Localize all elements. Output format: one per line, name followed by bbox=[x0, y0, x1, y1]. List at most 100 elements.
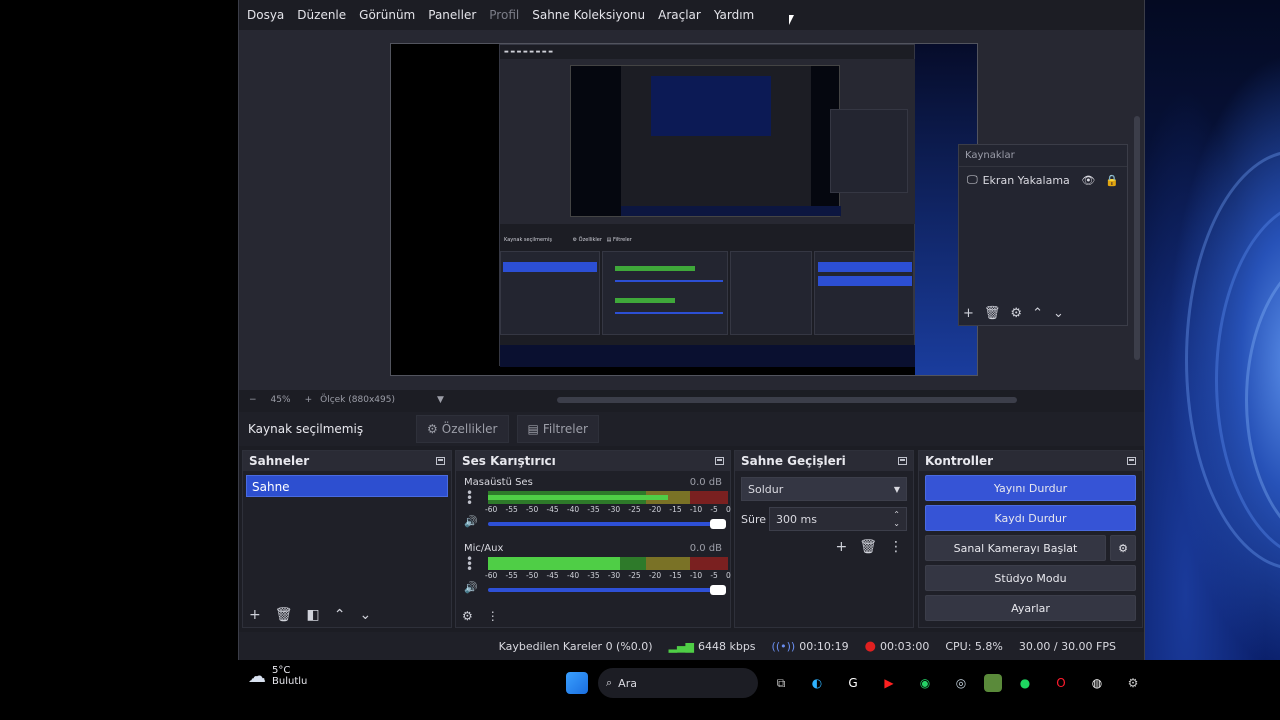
menu-docks[interactable]: Paneller bbox=[428, 8, 476, 22]
speaker-icon[interactable]: 🔊 bbox=[464, 581, 478, 594]
properties-label: Özellikler bbox=[441, 422, 498, 436]
mouse-cursor-icon bbox=[789, 15, 794, 25]
ghub-icon[interactable]: G bbox=[840, 670, 866, 696]
recursive-meter-1 bbox=[615, 266, 695, 271]
volume-meter bbox=[488, 557, 728, 570]
menu-tools[interactable]: Araçlar bbox=[658, 8, 701, 22]
menu-view[interactable]: Görünüm bbox=[359, 8, 415, 22]
chevron-up-icon[interactable]: ⌃ bbox=[1032, 306, 1043, 321]
sources-dock-floating: Kaynaklar 🖵 Ekran Yakalama 👁 🔒 + 🗑 ⚙ ⌃ ⌄ bbox=[958, 144, 1128, 326]
add-icon[interactable]: + bbox=[249, 607, 261, 623]
meter-yellow-zone bbox=[646, 557, 690, 570]
recursive-transitions bbox=[730, 251, 812, 335]
trash-icon[interactable]: 🗑 bbox=[859, 539, 877, 555]
studio-mode-button[interactable]: Stüdyo Modu bbox=[925, 565, 1136, 591]
more-vertical-icon[interactable]: ⋮ bbox=[487, 609, 499, 623]
spin-arrows-icon[interactable]: ⌃ ⌄ bbox=[893, 510, 900, 528]
cpu-status: CPU: 5.8% bbox=[945, 639, 1003, 653]
stream-time-value: 00:10:19 bbox=[799, 639, 849, 653]
menu-scene-collection[interactable]: Sahne Koleksiyonu bbox=[532, 8, 645, 22]
dropped-frames: Kaybedilen Kareler 0 (%0.0) bbox=[498, 639, 653, 653]
undock-icon[interactable] bbox=[898, 457, 907, 465]
gear-icon[interactable]: ⚙ bbox=[1110, 535, 1136, 561]
undock-icon[interactable] bbox=[436, 457, 445, 465]
add-icon[interactable]: + bbox=[963, 306, 974, 321]
zoom-percent: 45% bbox=[270, 395, 291, 405]
undock-icon[interactable] bbox=[1127, 457, 1136, 465]
scale-tick: -60 bbox=[485, 505, 498, 514]
whatsapp-icon[interactable]: ◉ bbox=[912, 670, 938, 696]
audio-mixer-dock: Ses Karıştırıcı Masaüstü Ses 0.0 dB • • • … bbox=[455, 450, 731, 628]
edge-icon[interactable]: ◐ bbox=[804, 670, 830, 696]
duration-value: 300 ms bbox=[776, 512, 817, 526]
volume-slider[interactable] bbox=[488, 519, 726, 529]
start-virtual-camera-button[interactable]: Sanal Kamerayı Başlat bbox=[925, 535, 1106, 561]
zoom-out-button[interactable]: − bbox=[249, 395, 257, 405]
add-icon[interactable]: + bbox=[835, 539, 847, 555]
preview-canvas[interactable]: ▬ ▬ ▬ ▬ ▬ ▬ ▬ ▬ Kaynak seçilmemiş ⚙ Özel… bbox=[390, 43, 978, 376]
properties-button[interactable]: ⚙ Özellikler bbox=[416, 415, 509, 443]
speaker-icon[interactable]: 🔊 bbox=[464, 515, 478, 528]
trash-icon[interactable]: 🗑 bbox=[275, 607, 293, 623]
task-view-icon[interactable]: ⧉ bbox=[768, 670, 794, 696]
menu-help[interactable]: Yardım bbox=[714, 8, 754, 22]
settings-button[interactable]: Ayarlar bbox=[925, 595, 1136, 621]
youtube-icon[interactable]: ▶ bbox=[876, 670, 902, 696]
more-vertical-icon[interactable]: • • • bbox=[466, 553, 473, 575]
gear-icon: ⚙ bbox=[427, 422, 438, 436]
scale-tick: -35 bbox=[587, 505, 600, 514]
obs-icon[interactable]: ◍ bbox=[1084, 670, 1110, 696]
weather-widget[interactable]: ☁ 5°C Bulutlu bbox=[248, 665, 307, 687]
filter-icon[interactable]: ◧ bbox=[307, 607, 320, 623]
windows-start-icon[interactable] bbox=[566, 672, 588, 694]
obs-window: Dosya Düzenle Görünüm Paneller Profil Sa… bbox=[238, 0, 1145, 660]
scene-item[interactable]: Sahne bbox=[246, 475, 448, 497]
scale-tick: -25 bbox=[628, 505, 641, 514]
eye-icon[interactable]: 👁 bbox=[1081, 174, 1095, 187]
minecraft-icon[interactable] bbox=[984, 674, 1002, 692]
trash-icon[interactable]: 🗑 bbox=[984, 306, 1001, 321]
preview-vertical-scrollbar[interactable] bbox=[1134, 116, 1140, 360]
chevron-down-icon[interactable]: ⌄ bbox=[1053, 306, 1064, 321]
search-icon: ⌕ bbox=[606, 676, 613, 689]
cloud-icon: ☁ bbox=[248, 665, 266, 687]
more-vertical-icon[interactable]: ⋮ bbox=[889, 539, 903, 555]
recursive-mixer bbox=[602, 251, 728, 335]
volume-slider-knob[interactable] bbox=[710, 519, 726, 529]
lock-icon[interactable]: 🔒 bbox=[1105, 174, 1119, 187]
filters-button[interactable]: ▤ Filtreler bbox=[516, 415, 599, 443]
virtual-camera-row: Sanal Kamerayı Başlat ⚙ bbox=[925, 535, 1136, 561]
advanced-audio-icon[interactable]: ⚙ bbox=[462, 609, 473, 623]
opera-icon[interactable]: O bbox=[1048, 670, 1074, 696]
transition-select[interactable]: Soldur ▼ bbox=[741, 477, 907, 501]
settings-gear-icon[interactable]: ⚙ bbox=[1120, 670, 1146, 696]
record-time-status: ● 00:03:00 bbox=[865, 639, 930, 654]
undock-icon[interactable] bbox=[715, 457, 724, 465]
taskbar-search[interactable]: ⌕ Ara bbox=[598, 668, 758, 698]
volume-slider[interactable] bbox=[488, 585, 726, 595]
recursive-stream-btn bbox=[818, 262, 912, 272]
scale-tick: -50 bbox=[525, 571, 539, 580]
menu-file[interactable]: Dosya bbox=[247, 8, 284, 22]
menu-edit[interactable]: Düzenle bbox=[297, 8, 346, 22]
duration-spinbox[interactable]: 300 ms ⌃ ⌄ bbox=[769, 507, 907, 531]
chevron-down-icon[interactable]: ⌄ bbox=[359, 607, 371, 623]
stop-streaming-button[interactable]: Yayını Durdur bbox=[925, 475, 1136, 501]
recursive-controls bbox=[814, 251, 914, 335]
scale-tick: -55 bbox=[505, 505, 518, 514]
scale-select[interactable]: Ölçek (880x495) bbox=[320, 395, 395, 405]
zoom-in-button[interactable]: + bbox=[305, 395, 313, 405]
volume-slider-knob[interactable] bbox=[710, 585, 726, 595]
controls-title: Kontroller bbox=[925, 454, 994, 468]
steam-icon[interactable]: ◎ bbox=[948, 670, 974, 696]
preview-horizontal-scrollbar[interactable] bbox=[557, 397, 1017, 403]
scale-tick: -50 bbox=[525, 505, 539, 514]
stop-recording-button[interactable]: Kaydı Durdur bbox=[925, 505, 1136, 531]
transition-select-value: Soldur bbox=[748, 482, 784, 496]
chevron-down-icon[interactable]: ▼ bbox=[437, 395, 444, 405]
more-vertical-icon[interactable]: • • • bbox=[466, 487, 473, 509]
spotify-icon[interactable]: ● bbox=[1012, 670, 1038, 696]
chevron-up-icon[interactable]: ⌃ bbox=[334, 607, 346, 623]
source-item[interactable]: 🖵 Ekran Yakalama 👁 🔒 bbox=[959, 167, 1127, 193]
gear-icon[interactable]: ⚙ bbox=[1010, 306, 1022, 321]
